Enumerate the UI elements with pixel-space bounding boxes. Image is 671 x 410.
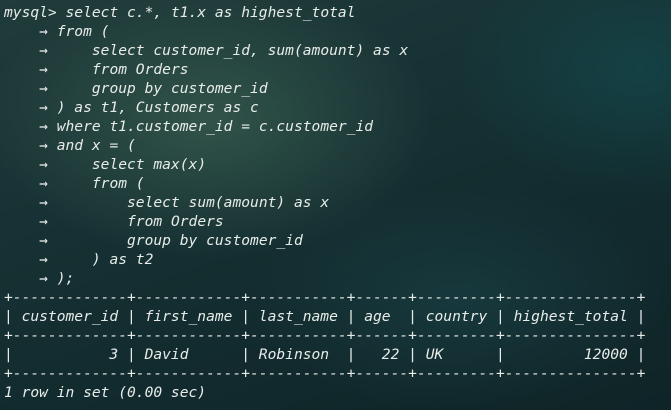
table-border-bottom: +-------------+------------+-----------+… <box>4 365 646 382</box>
query-line-3: → select customer_id, sum(amount) as x <box>4 41 671 60</box>
continuation-arrow-icon: → <box>4 80 48 97</box>
continuation-arrow-icon: → <box>4 156 48 173</box>
continuation-arrow-icon: → <box>4 23 48 40</box>
query-line-15: → ); <box>4 269 671 288</box>
query-line-6: → ) as t1, Customers as c <box>4 98 671 117</box>
query-text: from ( <box>56 175 145 192</box>
table-header-row: | customer_id | first_name | last_name |… <box>4 308 646 325</box>
query-line-1: mysql> select c.*, t1.x as highest_total <box>4 3 671 22</box>
continuation-arrow-icon: → <box>4 213 48 230</box>
table-row: | 3 | David | Robinson | 22 | UK | 12000… <box>4 346 646 363</box>
continuation-arrow-icon: → <box>4 137 48 154</box>
query-text: from Orders <box>56 213 224 230</box>
query-line-8: → and x = ( <box>4 136 671 155</box>
continuation-arrow-icon: → <box>4 61 48 78</box>
query-line-2: → from ( <box>4 22 671 41</box>
query-line-10: → from ( <box>4 174 671 193</box>
mysql-prompt: mysql> <box>4 4 57 21</box>
query-text: group by customer_id <box>56 232 303 249</box>
continuation-arrow-icon: → <box>4 99 48 116</box>
query-text: from ( <box>56 23 110 40</box>
query-text: group by customer_id <box>56 80 268 97</box>
query-text: select customer_id, sum(amount) as x <box>56 42 409 59</box>
continuation-arrow-icon: → <box>4 251 48 268</box>
query-text: select sum(amount) as x <box>56 194 330 211</box>
result-summary: 1 row in set (0.00 sec) <box>4 384 207 401</box>
query-line-14: → ) as t2 <box>4 250 671 269</box>
query-text: ); <box>56 270 75 287</box>
query-text: where t1.customer_id = c.customer_id <box>56 118 374 135</box>
query-line-7: → where t1.customer_id = c.customer_id <box>4 117 671 136</box>
query-line-9: → select max(x) <box>4 155 671 174</box>
query-line-13: → group by customer_id <box>4 231 671 250</box>
query-text: and x = ( <box>56 137 136 154</box>
continuation-arrow-icon: → <box>4 194 48 211</box>
query-text: ) as t2 <box>56 251 154 268</box>
query-text: ) as t1, Customers as c <box>56 99 259 116</box>
query-line-5: → group by customer_id <box>4 79 671 98</box>
query-text: select max(x) <box>56 156 207 173</box>
query-line-11: → select sum(amount) as x <box>4 193 671 212</box>
continuation-arrow-icon: → <box>4 270 48 287</box>
query-text: from Orders <box>56 61 189 78</box>
continuation-arrow-icon: → <box>4 118 48 135</box>
continuation-arrow-icon: → <box>4 232 48 249</box>
query-line-12: → from Orders <box>4 212 671 231</box>
table-border-middle: +-------------+------------+-----------+… <box>4 327 646 344</box>
continuation-arrow-icon: → <box>4 42 48 59</box>
continuation-arrow-icon: → <box>4 175 48 192</box>
terminal-window[interactable]: mysql> select c.*, t1.x as highest_total… <box>4 3 671 402</box>
table-border-top: +-------------+------------+-----------+… <box>4 289 646 306</box>
query-line-4: → from Orders <box>4 60 671 79</box>
query-text: select c.*, t1.x as highest_total <box>65 4 356 21</box>
